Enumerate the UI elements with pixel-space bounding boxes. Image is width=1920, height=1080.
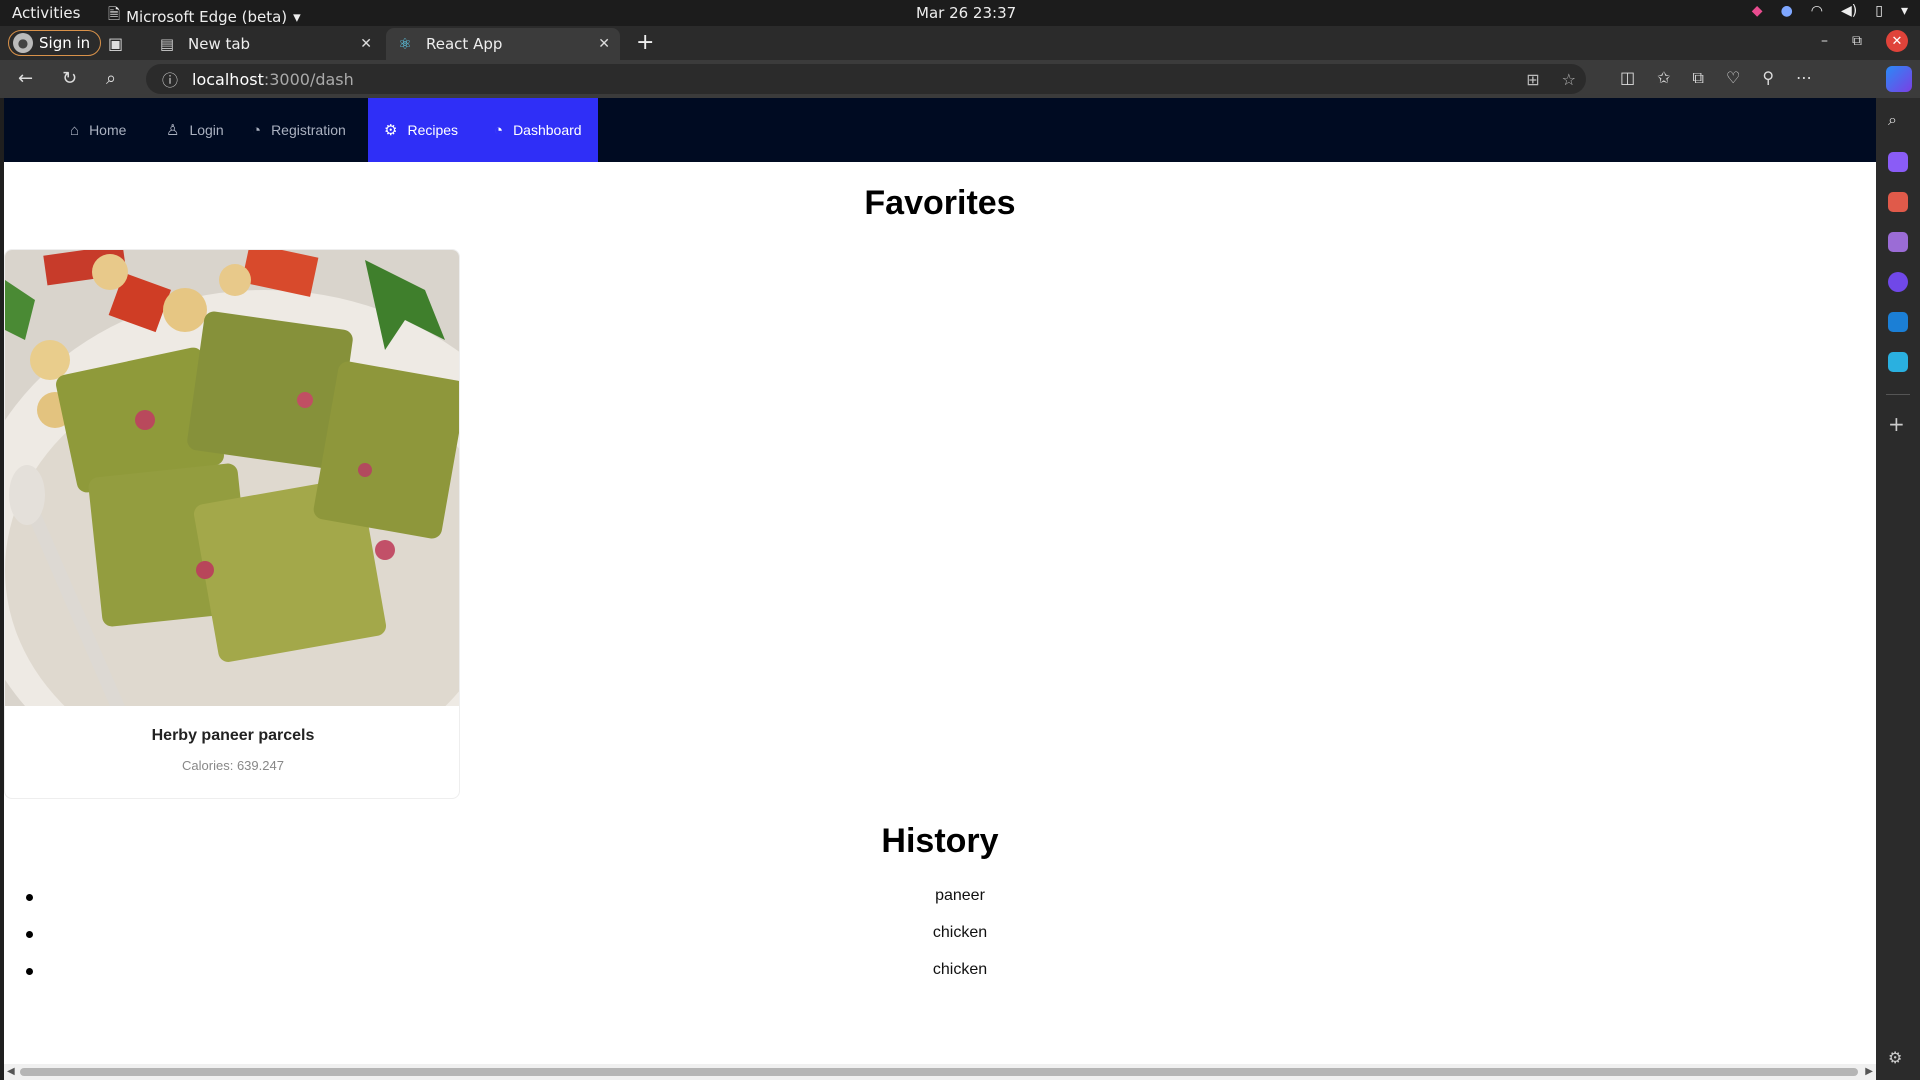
app-indicator-icon[interactable]: ◆ — [1752, 3, 1763, 19]
recipe-card[interactable]: Herby paneer parcels Calories: 639.247 — [4, 249, 460, 799]
tab-new-tab[interactable]: ▤ New tab ✕ — [148, 28, 382, 60]
extensions-icon[interactable]: ⚲ — [1762, 68, 1774, 88]
close-window-icon[interactable]: ✕ — [1886, 30, 1908, 52]
scroll-left-icon[interactable]: ◀ — [7, 1066, 15, 1077]
new-tab-page-icon: ▤ — [159, 35, 175, 53]
microsoft-365-icon[interactable] — [1888, 272, 1908, 292]
notification-icon[interactable]: ● — [1781, 3, 1793, 19]
close-tab-icon[interactable]: ✕ — [360, 36, 372, 52]
favorites-heading: Favorites — [864, 184, 1016, 222]
nav-recipes[interactable]: ⚙ Recipes — [368, 98, 478, 162]
wifi-icon[interactable]: ◠ — [1811, 3, 1823, 19]
settings-gear-icon[interactable]: ⚙ — [1888, 1048, 1908, 1068]
drop-icon[interactable] — [1888, 352, 1908, 372]
toolbar-actions: ◫ ✩ ⧉ ♡ ⚲ ⋯ — [1620, 68, 1812, 88]
horizontal-scrollbar[interactable]: ◀ ▶ — [4, 1064, 1876, 1080]
more-options-icon[interactable]: ⋯ — [1796, 68, 1812, 88]
nav-dashboard[interactable]: ◔ Dashboard — [478, 98, 598, 162]
nav-login[interactable]: ♙ Login — [150, 98, 240, 162]
avatar-icon: ● — [13, 33, 33, 53]
gauge-icon: ◔ — [252, 121, 262, 139]
outlook-icon[interactable] — [1888, 312, 1908, 332]
chevron-down-icon: ▾ — [293, 7, 301, 26]
sidebar-divider — [1886, 394, 1910, 395]
nav-registration[interactable]: ◔ Registration — [236, 98, 362, 162]
nav-label: Dashboard — [513, 122, 582, 138]
history-item-text: chicken — [932, 961, 988, 978]
games-icon[interactable] — [1888, 232, 1908, 252]
minimize-icon[interactable]: – — [1821, 33, 1828, 49]
new-tab-button[interactable]: + — [636, 30, 654, 55]
tools-icon[interactable] — [1888, 192, 1908, 212]
nav-label: Login — [189, 122, 224, 138]
search-icon[interactable]: ⌕ — [1888, 110, 1908, 130]
app-available-icon[interactable]: ⊞ — [1526, 70, 1539, 89]
home-icon: ⌂ — [70, 121, 80, 139]
nav-home[interactable]: ⌂ Home — [54, 98, 142, 162]
nav-label: Recipes — [407, 122, 459, 138]
url-path: :3000/dash — [263, 69, 354, 89]
shopping-icon[interactable] — [1888, 152, 1908, 172]
app-menu-label: Microsoft Edge (beta) — [126, 7, 288, 26]
list-item[interactable]: chicken — [4, 956, 1876, 993]
history-item-text: chicken — [932, 924, 988, 941]
tab-title: New tab — [188, 35, 251, 53]
url-host: localhost — [192, 69, 264, 89]
gauge-icon: ◔ — [494, 121, 504, 139]
browser-tab-strip: ● Sign in ▣ ▤ New tab ✕ ⚛ React App ✕ + … — [0, 26, 1920, 60]
recipe-calories: Calories: 639.247 — [182, 758, 284, 773]
scroll-right-icon[interactable]: ▶ — [1865, 1066, 1873, 1077]
clock[interactable]: Mar 26 23:37 — [916, 4, 1016, 22]
search-icon[interactable]: ⌕ — [106, 68, 116, 89]
recipe-image — [5, 250, 459, 706]
add-icon[interactable]: + — [1888, 412, 1908, 436]
page-viewport: ⌂ Home ♙ Login ◔ Registration ⚙ Recipes … — [4, 98, 1876, 1080]
address-bar-actions: ⊞ ☆ — [1526, 70, 1576, 89]
tab-actions-icon[interactable]: ▣ — [108, 34, 123, 53]
collections-icon[interactable]: ⧉ — [1693, 68, 1704, 88]
site-info-icon[interactable]: ⓘ — [162, 67, 178, 91]
app-navbar: ⌂ Home ♙ Login ◔ Registration ⚙ Recipes … — [4, 98, 1876, 162]
tab-react-app[interactable]: ⚛ React App ✕ — [386, 28, 620, 60]
nav-label: Home — [89, 122, 127, 138]
history-list: paneer chicken chicken — [4, 882, 1876, 993]
close-tab-icon[interactable]: ✕ — [598, 36, 610, 52]
restore-icon[interactable]: ⧉ — [1852, 33, 1862, 49]
sign-in-button[interactable]: ● Sign in — [8, 30, 102, 56]
refresh-icon[interactable]: ↻ — [62, 68, 77, 89]
list-item[interactable]: chicken — [4, 919, 1876, 956]
scrollbar-thumb[interactable] — [20, 1068, 1858, 1076]
history-item-text: paneer — [935, 887, 985, 904]
favorites-icon[interactable]: ✩ — [1657, 68, 1670, 88]
recipe-name: Herby paneer parcels — [151, 727, 315, 744]
window-controls: – ⧉ ✕ — [1821, 30, 1908, 52]
list-item[interactable]: paneer — [4, 882, 1876, 919]
gear-icon: ⚙ — [384, 122, 398, 139]
history-heading: History — [881, 822, 999, 860]
browser-toolbar: ← ↻ ⌕ ⓘ localhost:3000/dash ⊞ ☆ ◫ ✩ ⧉ ♡ … — [0, 60, 1920, 98]
copilot-icon[interactable] — [1886, 66, 1912, 92]
edge-sidebar: ⌕ + ⚙ — [1876, 98, 1920, 1080]
split-screen-icon[interactable]: ◫ — [1620, 68, 1635, 88]
address-bar[interactable]: ⓘ localhost:3000/dash ⊞ ☆ — [146, 64, 1586, 94]
battery-icon[interactable]: ▯ — [1875, 3, 1883, 19]
chevron-down-icon[interactable]: ▾ — [1901, 3, 1908, 19]
user-icon: ♙ — [166, 122, 180, 139]
favorite-star-icon[interactable]: ☆ — [1562, 70, 1576, 89]
react-logo-icon: ⚛ — [398, 35, 412, 53]
activities-button[interactable]: Activities — [12, 4, 80, 22]
back-icon[interactable]: ← — [18, 68, 33, 89]
os-top-bar: Activities 🗎 Microsoft Edge (beta) ▾ Mar… — [0, 0, 1920, 26]
system-tray[interactable]: ◆ ● ◠ ◀) ▯ ▾ — [1752, 3, 1908, 19]
nav-label: Registration — [271, 122, 346, 138]
browser-essentials-icon[interactable]: ♡ — [1726, 68, 1740, 88]
volume-icon[interactable]: ◀) — [1841, 3, 1857, 19]
tab-title: React App — [426, 35, 503, 53]
sign-in-label: Sign in — [39, 34, 91, 52]
